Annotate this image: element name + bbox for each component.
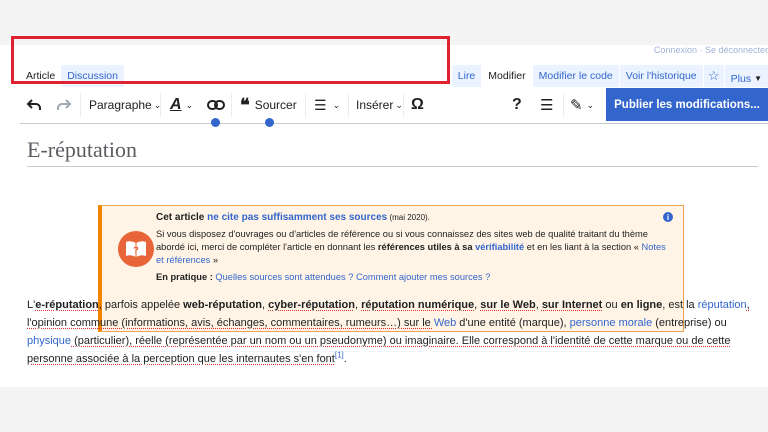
- notice-body: Si vous disposez d'ouvrages ou d'article…: [156, 228, 666, 267]
- cite-indicator-dot: [265, 118, 274, 127]
- notice-head-link[interactable]: ne cite pas suffisamment ses sources: [207, 212, 387, 223]
- article-text: L': [27, 299, 36, 311]
- article-text: , est la: [662, 299, 698, 311]
- more-menu[interactable]: Plus ▼: [723, 65, 768, 87]
- page-options-menu-icon[interactable]: ☰: [540, 87, 553, 123]
- article-text: .: [343, 353, 347, 365]
- article-bold: web-réputation: [183, 299, 263, 311]
- verifiability-link[interactable]: vérifiabilité: [475, 242, 524, 252]
- help-icon[interactable]: ?: [512, 87, 522, 123]
- toolbar-divider: [305, 93, 306, 117]
- toolbar-highlight-box: [11, 36, 450, 84]
- toolbar-divider: [231, 93, 232, 117]
- editor-switch-dropdown[interactable]: ✎ ⌄: [570, 87, 594, 123]
- toolbar-divider: [160, 93, 161, 117]
- publish-button[interactable]: Publier les modifications...: [606, 88, 768, 121]
- reference-link[interactable]: [1]: [335, 350, 344, 359]
- tab-history[interactable]: Voir l'historique: [618, 65, 703, 87]
- article-text: ou: [602, 299, 621, 311]
- cite-label: Sourcer: [254, 98, 297, 112]
- svg-text:?: ?: [133, 245, 139, 255]
- page-title: E-réputation: [27, 137, 758, 167]
- paragraph-label: Paragraphe: [89, 98, 152, 112]
- notice-body-bold: références utiles à sa: [377, 242, 476, 252]
- reputation-link[interactable]: réputation: [698, 299, 747, 311]
- article-bold: cyber-réputation: [268, 299, 355, 311]
- legal-person-link[interactable]: personne morale: [570, 317, 653, 329]
- notice-date: (mai 2020).: [387, 213, 430, 222]
- special-character-icon[interactable]: Ω: [411, 87, 424, 123]
- undo-icon[interactable]: [26, 87, 42, 123]
- notice-heading: Cet article ne cite pas suffisamment ses…: [156, 211, 666, 224]
- article-text: , parfois appelée: [98, 299, 184, 311]
- page: Connexion · Se déconnecter Article Discu…: [0, 0, 768, 432]
- user-links[interactable]: Connexion · Se déconnecter: [654, 45, 768, 55]
- view-tabs: Lire Modifier Modifier le code Voir l'hi…: [450, 65, 768, 87]
- text-style-dropdown[interactable]: A ⌄: [170, 87, 193, 123]
- wiki-frame: Connexion · Se déconnecter Article Discu…: [0, 45, 768, 387]
- notice-body-text: »: [210, 255, 219, 265]
- toolbar-divider: [80, 93, 81, 117]
- practice-label: En pratique :: [156, 272, 216, 282]
- link-indicator-dot: [211, 118, 220, 127]
- toolbar-divider: [403, 93, 404, 117]
- toolbar-divider: [348, 93, 349, 117]
- book-question-icon: ?: [118, 231, 154, 267]
- chevron-down-icon: ⌄: [395, 99, 403, 110]
- article-text: d'une entité (marque),: [456, 317, 570, 329]
- article-bold: en ligne: [620, 299, 663, 311]
- chevron-down-icon: ▼: [754, 74, 762, 83]
- hamburger-glyph: ☰: [540, 97, 554, 114]
- question-glyph: ?: [512, 96, 522, 113]
- tab-read[interactable]: Lire: [450, 65, 482, 87]
- practice-link[interactable]: Quelles sources sont attendues ? Comment…: [215, 272, 490, 282]
- article-bold: réputation numérique: [361, 299, 475, 311]
- toolbar-divider: [563, 93, 564, 117]
- omega-glyph: Ω: [411, 96, 424, 113]
- notice-head-text: Cet article: [156, 212, 208, 223]
- editor-toolbar: Paragraphe ⌄ A ⌄ ❝ Sourcer ☰ ⌄ Insérer ⌄…: [20, 87, 768, 127]
- redo-icon[interactable]: [56, 87, 72, 123]
- tab-edit[interactable]: Modifier: [481, 65, 532, 87]
- article-bold: sur le Web: [480, 299, 536, 311]
- text-style-icon: A: [170, 96, 182, 113]
- tab-edit-source[interactable]: Modifier le code: [531, 65, 619, 87]
- article-text: (entreprise) ou: [652, 317, 727, 329]
- quote-icon: ❝: [240, 95, 250, 115]
- insert-label: Insérer: [356, 98, 394, 112]
- list-dropdown[interactable]: ☰ ⌄: [314, 87, 340, 123]
- chevron-down-icon: ⌄: [586, 99, 595, 110]
- chevron-down-icon: ⌄: [332, 99, 341, 110]
- article-text: (particulier), réelle (représentée par u…: [27, 335, 731, 365]
- pencil-icon: ✎: [570, 97, 583, 114]
- notice-practice: En pratique : Quelles sources sont atten…: [156, 271, 666, 284]
- notice-text: Cet article ne cite pas suffisamment ses…: [156, 211, 666, 284]
- insert-dropdown[interactable]: Insérer ⌄: [356, 87, 403, 123]
- bullet-list-icon: ☰: [314, 96, 327, 113]
- chevron-down-icon: ⌄: [185, 99, 194, 110]
- article-bold: sur Internet: [541, 299, 603, 311]
- article-bold: e-réputation: [35, 299, 99, 311]
- article-body: L'e-réputation, parfois appelée web-répu…: [27, 296, 762, 368]
- natural-person-link[interactable]: physique: [27, 335, 71, 347]
- paragraph-format-dropdown[interactable]: Paragraphe ⌄: [89, 87, 161, 123]
- web-link[interactable]: Web: [434, 317, 456, 329]
- more-label: Plus: [730, 72, 752, 85]
- notice-body-text: et en les liant à la section «: [524, 242, 642, 252]
- watch-star-icon[interactable]: ☆: [702, 65, 724, 87]
